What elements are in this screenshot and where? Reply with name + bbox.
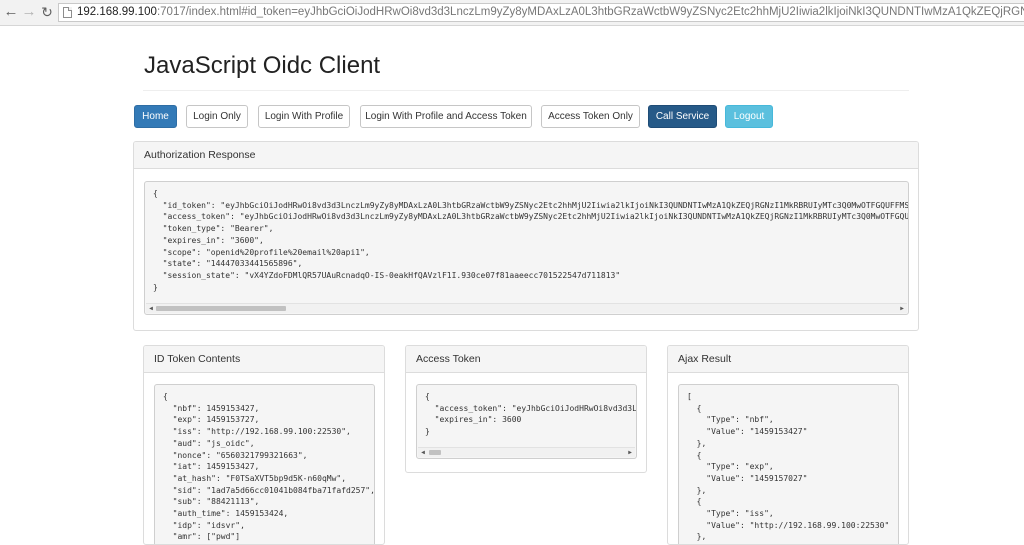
access-token-panel: Access Token { "access_token": "eyJhbGci… xyxy=(405,345,647,473)
authorization-response-code: { "id_token": "eyJhbGciOiJodHRwOi8vd3d3L… xyxy=(144,181,909,315)
scrollbar-thumb[interactable] xyxy=(156,306,286,311)
logout-button[interactable]: Logout xyxy=(725,105,773,128)
page-icon xyxy=(63,7,72,18)
authorization-response-text: { "id_token": "eyJhbGciOiJodHRwOi8vd3d3L… xyxy=(153,189,909,292)
id-token-contents-text: { "nbf": 1459153427, "exp": 1459153727, … xyxy=(163,392,375,542)
access-token-text: { "access_token": "eyJhbGciOiJodHRwOi8vd… xyxy=(425,392,637,437)
scroll-left-icon[interactable]: ◀ xyxy=(418,448,428,457)
url-host: 192.168.99.100 xyxy=(77,6,157,18)
horizontal-scrollbar[interactable]: ◀ ▶ xyxy=(418,447,635,457)
access-token-heading: Access Token xyxy=(406,346,646,373)
page-title: JavaScript Oidc Client xyxy=(144,52,381,79)
reload-icon[interactable]: ↻ xyxy=(39,4,55,20)
ajax-result-heading: Ajax Result xyxy=(668,346,908,373)
home-button[interactable]: Home xyxy=(134,105,177,128)
back-icon[interactable]: ← xyxy=(3,4,19,20)
scrollbar-thumb[interactable] xyxy=(429,450,441,455)
authorization-response-heading: Authorization Response xyxy=(134,142,918,169)
title-divider xyxy=(143,90,909,91)
forward-icon[interactable]: → xyxy=(21,4,37,20)
call-service-button[interactable]: Call Service xyxy=(648,105,717,128)
login-with-profile-and-access-token-button[interactable]: Login With Profile and Access Token xyxy=(360,105,532,128)
scroll-left-icon[interactable]: ◀ xyxy=(146,304,156,313)
horizontal-scrollbar[interactable]: ◀ ▶ xyxy=(146,303,907,313)
access-token-only-button[interactable]: Access Token Only xyxy=(541,105,640,128)
ajax-result-code: [ { "Type": "nbf", "Value": "1459153427"… xyxy=(678,384,899,544)
url-rest: :7017/index.html#id_token=eyJhbGciOiJodH… xyxy=(156,6,1024,18)
authorization-response-panel: Authorization Response { "id_token": "ey… xyxy=(133,141,919,331)
id-token-contents-code: { "nbf": 1459153427, "exp": 1459153727, … xyxy=(154,384,375,544)
ajax-result-text: [ { "Type": "nbf", "Value": "1459153427"… xyxy=(687,392,890,542)
address-bar[interactable]: 192.168.99.100:7017/index.html#id_token=… xyxy=(58,3,1024,22)
ajax-result-panel: Ajax Result [ { "Type": "nbf", "Value": … xyxy=(667,345,909,545)
login-only-button[interactable]: Login Only xyxy=(186,105,248,128)
access-token-code: { "access_token": "eyJhbGciOiJodHRwOi8vd… xyxy=(416,384,637,459)
login-with-profile-button[interactable]: Login With Profile xyxy=(258,105,350,128)
scroll-right-icon[interactable]: ▶ xyxy=(625,448,635,457)
id-token-contents-heading: ID Token Contents xyxy=(144,346,384,373)
browser-toolbar: ← → ↻ 192.168.99.100:7017/index.html#id_… xyxy=(0,0,1024,26)
url-text: 192.168.99.100:7017/index.html#id_token=… xyxy=(77,4,1024,21)
id-token-contents-panel: ID Token Contents { "nbf": 1459153427, "… xyxy=(143,345,385,545)
scroll-right-icon[interactable]: ▶ xyxy=(897,304,907,313)
